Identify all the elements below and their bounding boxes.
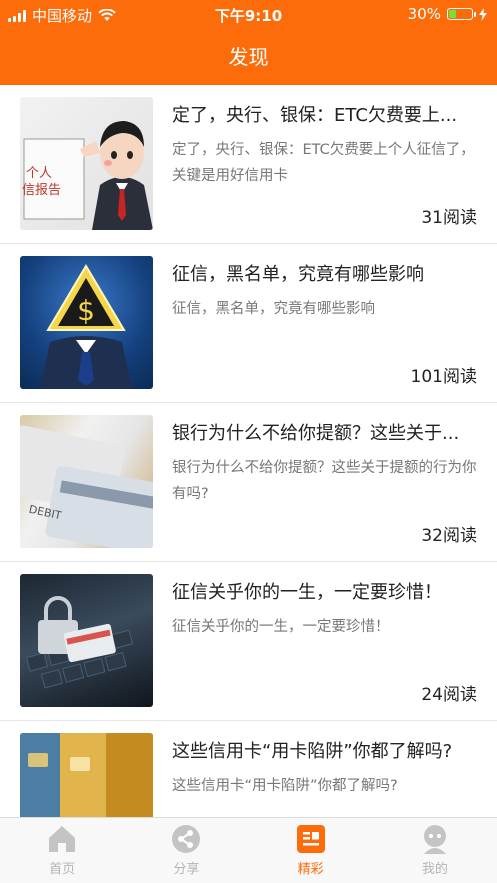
tab-home[interactable]: 首页 (0, 818, 124, 883)
tab-featured[interactable]: 精彩 (249, 818, 373, 883)
user-icon (420, 824, 450, 854)
article-description: 征信，黑名单，究竟有哪些影响 (172, 301, 375, 317)
article-title: 银行为什么不给你提额？这些关于... (172, 423, 460, 444)
tab-mine[interactable]: 我的 (373, 818, 497, 883)
tab-label: 分享 (173, 862, 200, 877)
article-list: 个人 信报告 定了，央行、银保：ETC欠费要上... 定了，央行、银保：ETC欠… (0, 85, 497, 817)
battery-percent: 30% (407, 5, 441, 23)
page-title: 发现 (228, 45, 269, 69)
tab-label: 首页 (49, 862, 76, 877)
home-icon (47, 824, 77, 854)
status-bar: 中国移动 下午9:10 30% (0, 0, 497, 28)
article-title: 定了，央行、银保：ETC欠费要上... (172, 105, 458, 126)
svg-text:信报告: 信报告 (22, 183, 61, 198)
article-item[interactable]: 征信关乎你的一生，一定要珍惜！ 征信关乎你的一生，一定要珍惜！ 24阅读 (0, 562, 497, 721)
article-item[interactable]: 这些信用卡“用卡陷阱”你都了解吗? 这些信用卡“用卡陷阱”你都了解吗? (0, 721, 497, 817)
article-item[interactable]: DEBIT 银行为什么不给你提额？这些关于... 银行为什么不给你提额？这些关于… (0, 403, 497, 562)
tab-label: 我的 (421, 862, 448, 877)
article-thumbnail: $ (20, 256, 153, 389)
article-title: 这些信用卡“用卡陷阱”你都了解吗? (172, 741, 453, 762)
svg-text:个人: 个人 (26, 166, 52, 181)
article-title: 征信关乎你的一生，一定要珍惜！ (172, 582, 442, 603)
read-count: 32阅读 (421, 526, 477, 546)
article-title: 征信，黑名单，究竟有哪些影响 (172, 264, 424, 285)
battery-icon (447, 8, 476, 20)
article-description: 定了，央行、银保：ETC欠费要上个人征信了，关键是用好信用卡 (172, 142, 475, 184)
top-header: 中国移动 下午9:10 30% 发现 (0, 0, 497, 85)
svg-text:$: $ (77, 294, 95, 327)
article-description: 征信关乎你的一生，一定要珍惜！ (172, 619, 390, 635)
read-count: 31阅读 (421, 208, 477, 228)
tab-bar: 首页 分享 精彩 我的 (0, 817, 497, 883)
article-description: 这些信用卡“用卡陷阱”你都了解吗? (172, 778, 398, 794)
article-description: 银行为什么不给你提额？这些关于提额的行为你有吗? (172, 460, 477, 502)
charging-icon (479, 7, 487, 21)
article-item[interactable]: 个人 信报告 定了，央行、银保：ETC欠费要上... 定了，央行、银保：ETC欠… (0, 85, 497, 244)
article-thumbnail (20, 574, 153, 707)
tab-share[interactable]: 分享 (124, 818, 248, 883)
article-thumbnail: DEBIT (20, 415, 153, 548)
article-item[interactable]: $ 征信，黑名单，究竟有哪些影响 征信，黑名单，究竟有哪些影响 101阅读 (0, 244, 497, 403)
list-icon (296, 824, 326, 854)
read-count: 101阅读 (410, 367, 477, 387)
article-thumbnail (20, 733, 153, 817)
tab-label: 精彩 (297, 862, 324, 877)
article-thumbnail: 个人 信报告 (20, 97, 153, 230)
read-count: 24阅读 (421, 685, 477, 705)
share-icon (171, 824, 201, 854)
